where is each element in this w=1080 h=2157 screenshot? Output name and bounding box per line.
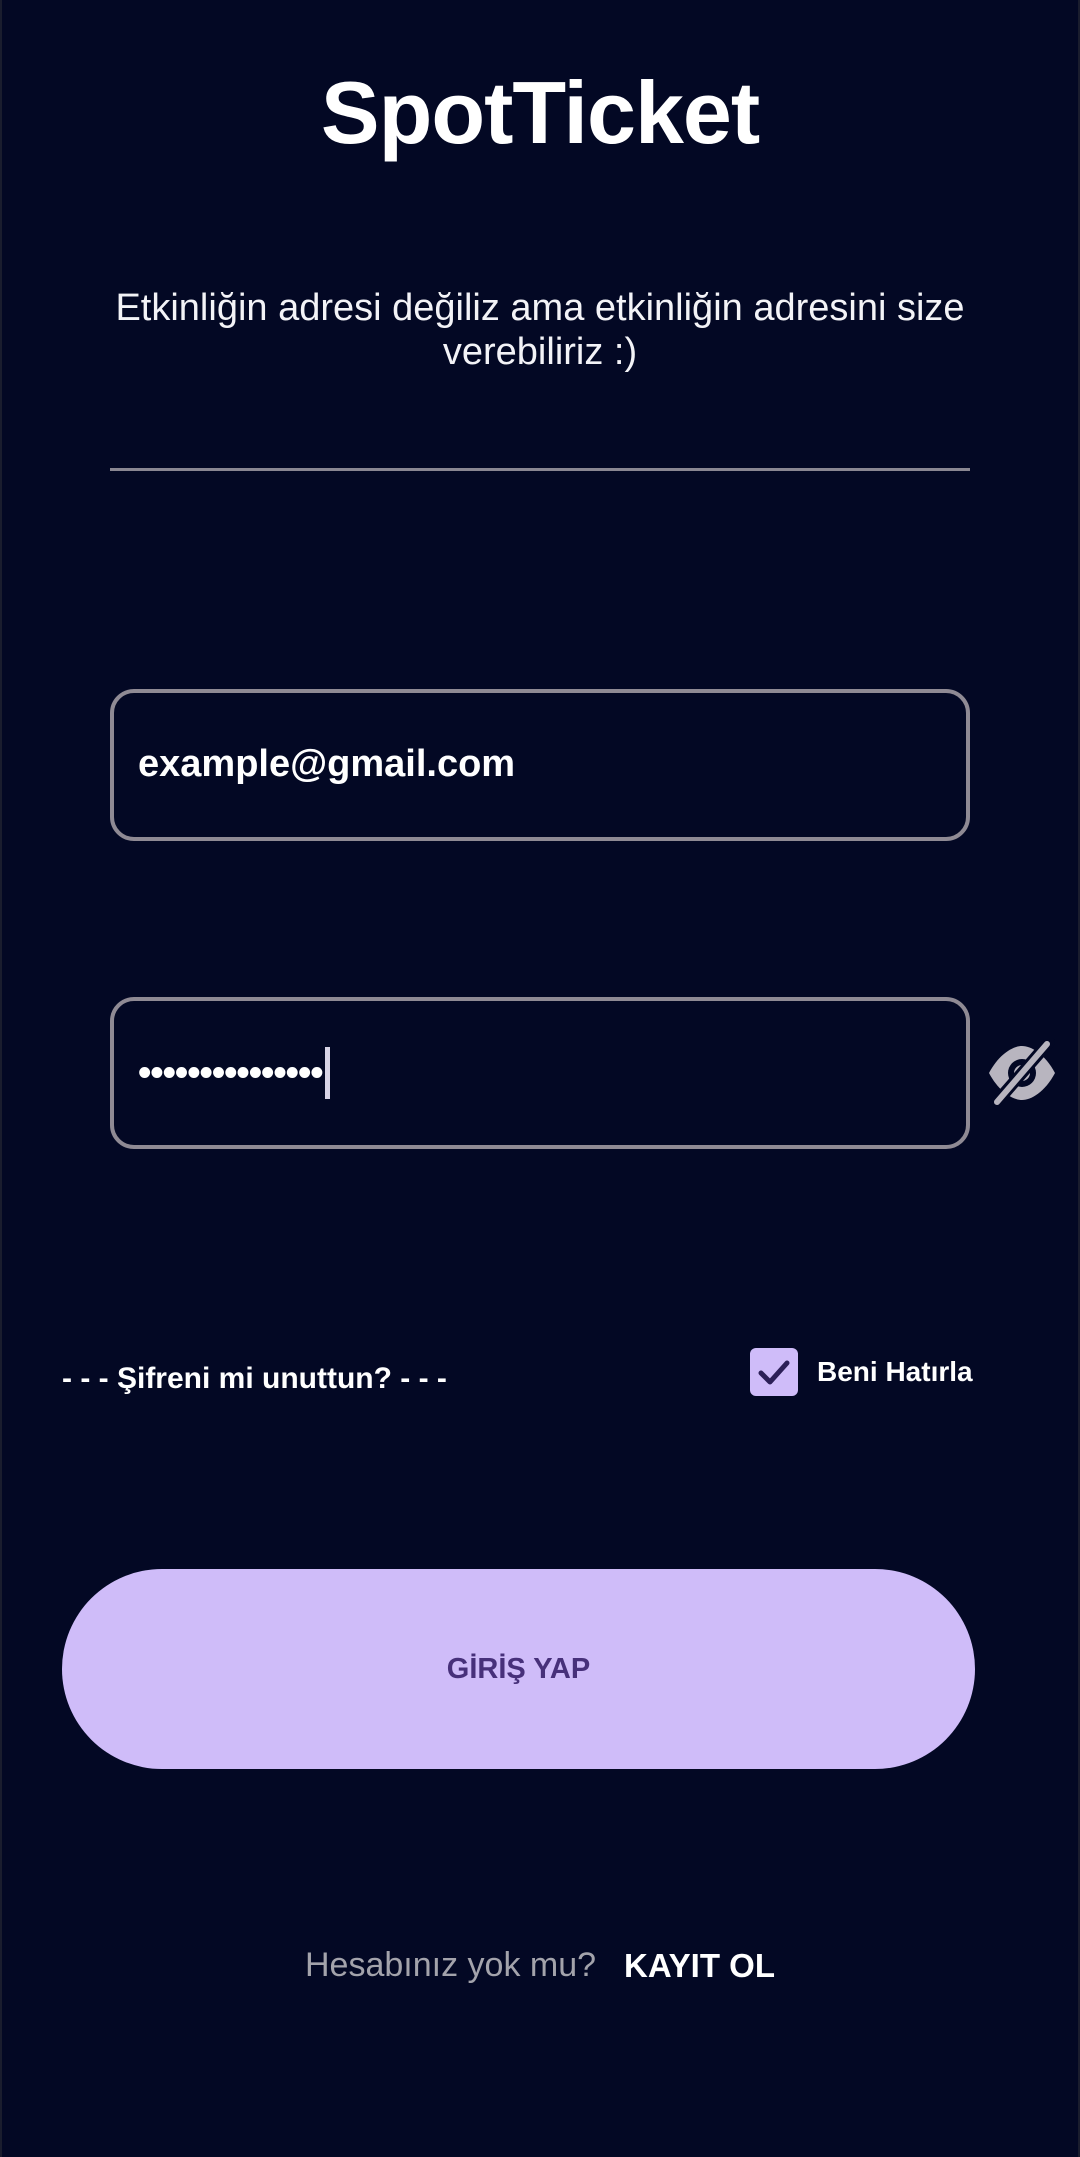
no-account-text: Hesabınız yok mu?	[305, 1946, 597, 1984]
password-mask: •••••••••••••••	[138, 1051, 324, 1094]
checkmark-icon	[758, 1360, 790, 1385]
register-link[interactable]: KAYIT OL	[624, 1947, 775, 1985]
app-subtitle: Etkinliğin adresi değiliz ama etkinliğin…	[115, 287, 965, 373]
app-title: SpotTicket	[320, 63, 760, 162]
email-field[interactable]: example@gmail.com	[110, 689, 970, 841]
remember-me-label[interactable]: Beni Hatırla	[817, 1356, 973, 1388]
forgot-password-link[interactable]: - - - Şifreni mi unuttun? - - -	[62, 1362, 447, 1396]
email-value: example@gmail.com	[138, 743, 516, 785]
footer: Hesabınız yok mu? KAYIT OL	[0, 1946, 1080, 1985]
eye-off-icon[interactable]	[985, 1036, 1059, 1110]
header-divider	[110, 468, 970, 471]
password-value: •••••••••••••••	[138, 1043, 330, 1103]
text-cursor	[324, 1047, 330, 1099]
password-field[interactable]: •••••••••••••••	[110, 997, 970, 1149]
login-button[interactable]: GİRİŞ YAP	[62, 1569, 975, 1769]
remember-me-checkbox[interactable]	[750, 1348, 798, 1396]
